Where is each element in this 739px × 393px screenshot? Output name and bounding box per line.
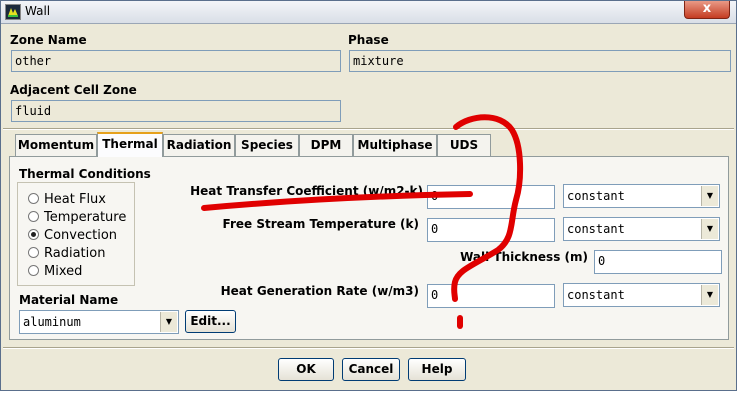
free-stream-temperature-input[interactable]: 0 — [427, 218, 555, 242]
tab-species[interactable]: Species — [235, 134, 299, 156]
window-title: Wall — [25, 4, 51, 18]
radio-mixed[interactable]: Mixed — [28, 264, 82, 279]
chevron-down-icon[interactable]: ▼ — [701, 186, 718, 206]
radio-button-icon — [28, 247, 39, 258]
chevron-down-icon[interactable]: ▼ — [160, 312, 177, 332]
adjacent-cell-zone-field[interactable]: fluid — [11, 100, 341, 122]
close-button[interactable]: x — [684, 1, 730, 19]
thermal-conditions-label: Thermal Conditions — [19, 167, 151, 181]
app-icon — [5, 4, 21, 20]
radio-button-icon — [28, 211, 39, 222]
hgr-method-select[interactable]: constant ▼ — [563, 283, 720, 307]
adjacent-cell-zone-label: Adjacent Cell Zone — [10, 83, 137, 97]
heat-generation-rate-input[interactable]: 0 — [427, 284, 555, 308]
material-name-select[interactable]: aluminum ▼ — [19, 310, 179, 334]
radio-temperature[interactable]: Temperature — [28, 210, 126, 225]
phase-field[interactable]: mixture — [349, 50, 731, 72]
radio-button-icon — [28, 265, 39, 276]
chevron-down-icon[interactable]: ▼ — [701, 219, 718, 239]
zone-name-field[interactable]: other — [11, 50, 341, 72]
tab-multiphase[interactable]: Multiphase — [353, 134, 437, 156]
cancel-button[interactable]: Cancel — [342, 358, 400, 381]
htc-method-select[interactable]: constant ▼ — [563, 184, 720, 208]
help-button[interactable]: Help — [408, 358, 466, 381]
wall-thickness-input[interactable]: 0 — [594, 250, 722, 274]
tab-radiation[interactable]: Radiation — [163, 134, 235, 156]
edit-material-button[interactable]: Edit... — [185, 310, 236, 333]
tab-uds[interactable]: UDS — [437, 134, 491, 156]
zone-name-label: Zone Name — [10, 33, 87, 47]
radio-radiation[interactable]: Radiation — [28, 246, 105, 261]
heat-transfer-coefficient-label: Heat Transfer Coefficient (w/m2-k) — [190, 184, 423, 198]
tab-dpm[interactable]: DPM — [299, 134, 353, 156]
radio-button-icon — [28, 193, 39, 204]
separator — [3, 347, 734, 349]
ok-button[interactable]: OK — [278, 358, 334, 381]
phase-label: Phase — [348, 33, 389, 47]
material-name-label: Material Name — [19, 293, 119, 307]
chevron-down-icon[interactable]: ▼ — [701, 285, 718, 305]
wall-thickness-label: Wall Thickness (m) — [460, 250, 588, 264]
tab-momentum[interactable]: Momentum — [15, 134, 97, 156]
tab-thermal[interactable]: Thermal — [97, 132, 163, 157]
title-bar[interactable]: Wall x — [1, 1, 736, 24]
wall-dialog: Wall x Zone Name other Phase mixture Adj… — [0, 0, 737, 391]
separator — [3, 128, 734, 130]
radio-button-selected-icon — [28, 229, 39, 240]
radio-convection[interactable]: Convection — [28, 228, 117, 243]
free-stream-temperature-label: Free Stream Temperature (k) — [222, 217, 419, 231]
heat-generation-rate-label: Heat Generation Rate (w/m3) — [220, 284, 419, 298]
fst-method-select[interactable]: constant ▼ — [563, 217, 720, 241]
heat-transfer-coefficient-input[interactable]: 0 — [427, 185, 555, 209]
radio-heat-flux[interactable]: Heat Flux — [28, 192, 106, 207]
